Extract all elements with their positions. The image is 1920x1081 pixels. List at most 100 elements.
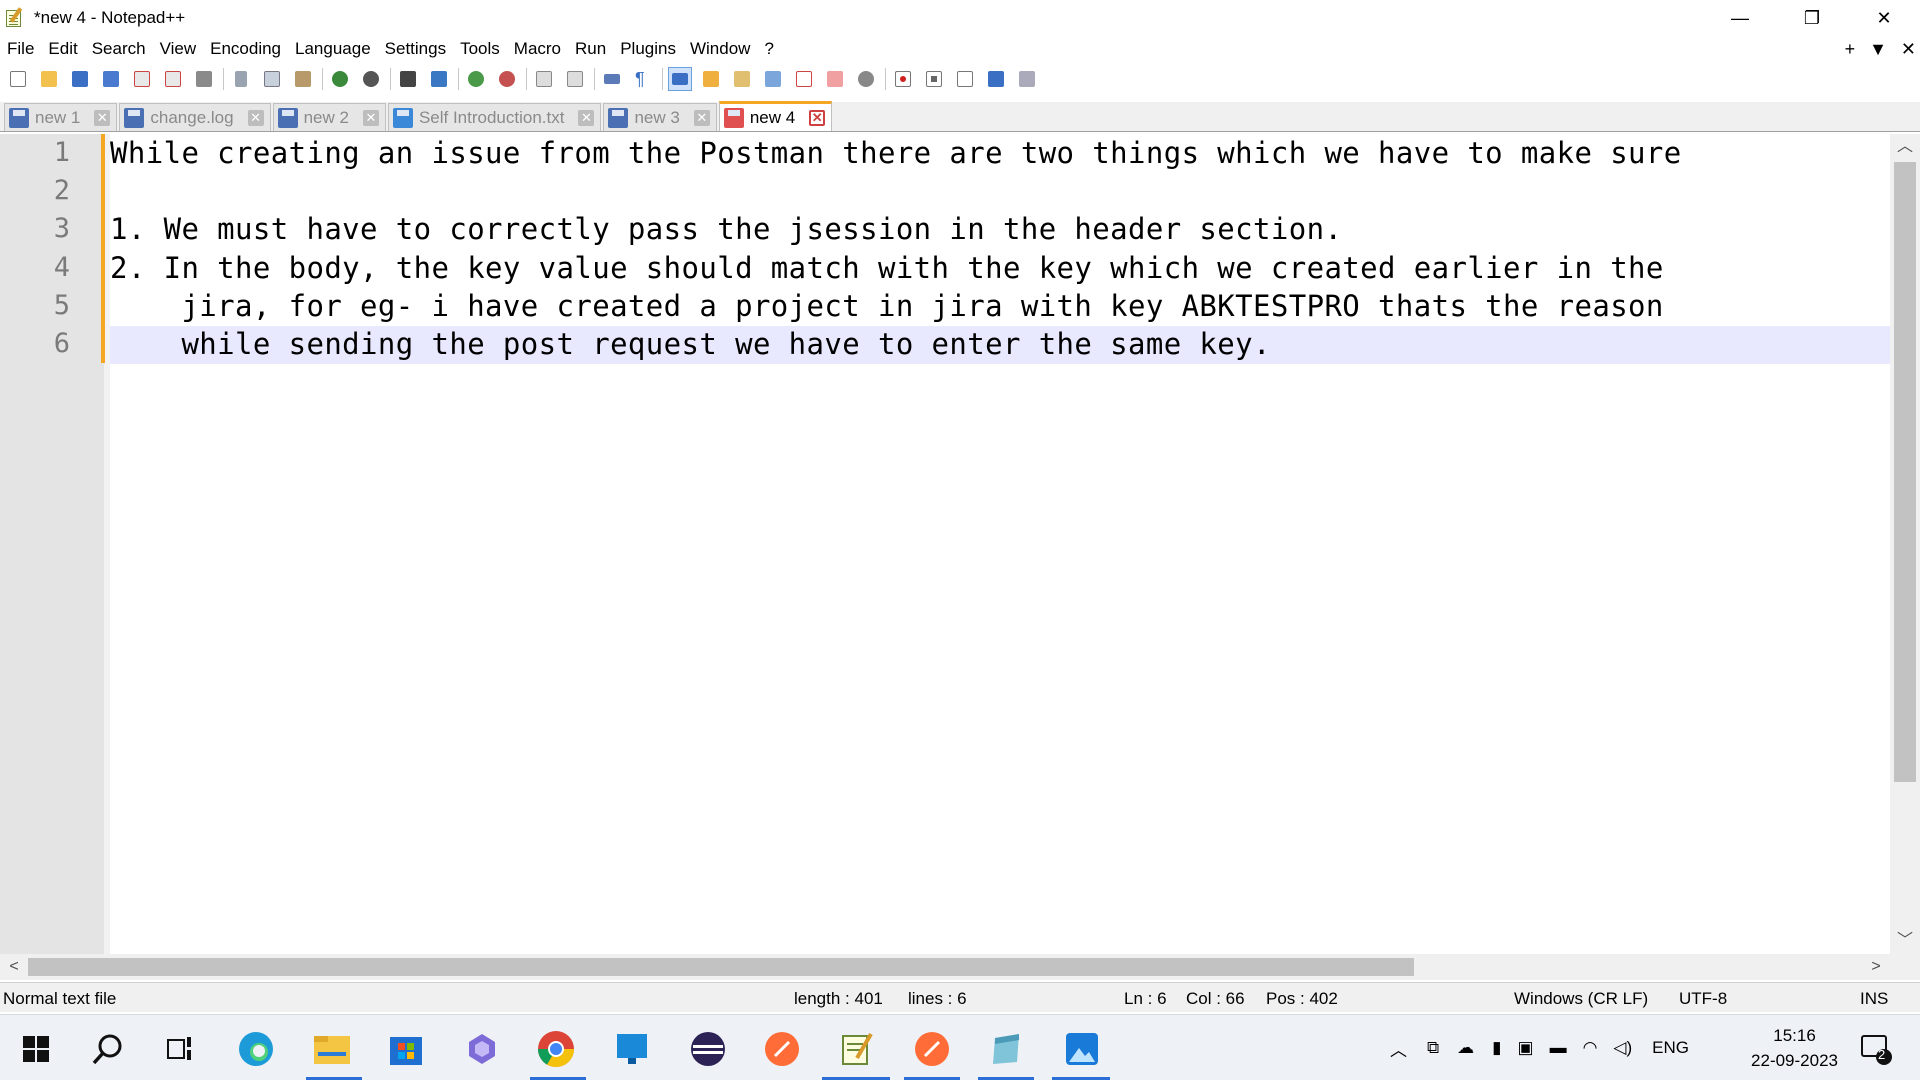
copy-icon[interactable] [260,67,284,91]
word-wrap-icon[interactable] [600,67,624,91]
horizontal-scroll-thumb[interactable] [28,958,1414,976]
code-line[interactable]: While creating an issue from the Postman… [110,134,1682,172]
vertical-scrollbar[interactable]: ︿ ﹀ [1890,134,1920,954]
copilot-icon[interactable] [462,1029,502,1069]
undo-icon[interactable] [328,67,352,91]
tab-close-icon[interactable]: ✕ [247,109,264,126]
microsoft-store-icon[interactable] [386,1029,426,1069]
sync-horizontal-icon[interactable] [563,67,587,91]
tab-change-log[interactable]: change.log ✕ [119,103,271,131]
taskbar-clock[interactable]: 15:16 22-09-2023 [1751,1023,1838,1073]
restore-button[interactable]: ❐ [1776,0,1848,36]
postman-icon[interactable] [762,1029,802,1069]
status-insert-mode[interactable]: INS [1860,989,1888,1009]
battery-icon[interactable]: ▬ [1550,1038,1567,1058]
stop-recording-icon[interactable] [922,67,946,91]
print-icon[interactable] [192,67,216,91]
menu-run[interactable]: Run [568,39,613,59]
notepad-plus-plus-taskbar-icon[interactable] [836,1029,876,1069]
tab-new-4[interactable]: new 4 ✕ [718,101,833,131]
minimize-button[interactable]: — [1704,0,1776,36]
close-button[interactable]: ✕ [1848,0,1920,36]
tab-self-introduction[interactable]: Self Introduction.txt ✕ [387,103,602,131]
wifi-icon[interactable]: ◠ [1583,1038,1598,1058]
playback-macro-icon[interactable] [953,67,977,91]
task-view-icon[interactable] [160,1029,200,1069]
onedrive-cloud-icon[interactable]: ☁ [1457,1038,1474,1058]
code-line[interactable]: 2. In the body, the key value should mat… [110,249,1664,287]
tab-new-1[interactable]: new 1 ✕ [4,103,118,131]
indent-guide-icon[interactable] [668,67,692,91]
show-hidden-icons-chevron-icon[interactable]: ︿ [1390,1036,1407,1061]
tab-close-icon[interactable]: ✕ [809,109,826,126]
editor-area[interactable]: 1 2 3 4 5 6 While creating an issue from… [0,134,1920,954]
paste-icon[interactable] [291,67,315,91]
windows-start-icon[interactable] [16,1029,56,1069]
code-line[interactable]: 1. We must have to correctly pass the js… [110,210,1342,248]
document-list-icon[interactable] [761,67,785,91]
redo-icon[interactable] [359,67,383,91]
show-all-characters-icon[interactable]: ¶ [631,67,655,91]
display-settings-icon[interactable]: ▣ [1518,1038,1534,1058]
save-all-icon[interactable] [99,67,123,91]
tab-close-icon[interactable]: ✕ [578,109,595,126]
folder-as-workspace-icon[interactable] [823,67,847,91]
menu-file[interactable]: File [0,39,41,59]
close-document-icon[interactable]: ✕ [1901,39,1916,60]
chrome-browser-icon[interactable] [536,1029,576,1069]
scroll-up-icon[interactable]: ︿ [1890,134,1920,160]
close-all-icon[interactable] [161,67,185,91]
code-line[interactable]: while sending the post request we have t… [110,325,1271,363]
menu-window[interactable]: Window [683,39,757,59]
scroll-right-icon[interactable]: > [1862,954,1890,980]
notification-center-icon[interactable]: 2 [1856,1029,1896,1069]
status-encoding[interactable]: UTF-8 [1679,989,1727,1009]
save-icon[interactable] [68,67,92,91]
function-list-icon[interactable] [792,67,816,91]
tab-close-icon[interactable]: ✕ [362,109,379,126]
tab-new-2[interactable]: new 2 ✕ [272,103,386,131]
menu-macro[interactable]: Macro [507,39,568,59]
menu-settings[interactable]: Settings [378,39,453,59]
sync-vertical-icon[interactable] [532,67,556,91]
menu-edit[interactable]: Edit [41,39,84,59]
horizontal-scrollbar[interactable]: < > [0,954,1890,980]
vertical-scroll-thumb[interactable] [1894,162,1916,782]
menu-tools[interactable]: Tools [453,39,507,59]
tab-list-dropdown-icon[interactable]: ▼ [1869,39,1887,60]
menu-plugins[interactable]: Plugins [613,39,683,59]
record-macro-icon[interactable] [891,67,915,91]
code-line[interactable]: jira, for eg- i have created a project i… [110,287,1664,325]
menu-encoding[interactable]: Encoding [203,39,288,59]
replace-icon[interactable] [427,67,451,91]
postman-second-window-icon[interactable] [912,1029,952,1069]
tab-new-3[interactable]: new 3 ✕ [603,103,717,131]
new-file-icon[interactable] [6,67,30,91]
scroll-left-icon[interactable]: < [0,954,28,980]
input-language-indicator[interactable]: ENG [1652,1038,1689,1058]
menu-language[interactable]: Language [288,39,378,59]
file-explorer-icon[interactable] [312,1029,352,1069]
tab-close-icon[interactable]: ✕ [94,109,111,126]
close-file-icon[interactable] [130,67,154,91]
menu-search[interactable]: Search [85,39,153,59]
cut-icon[interactable] [229,67,253,91]
microphone-icon[interactable]: ▮ [1492,1038,1501,1058]
save-macro-icon[interactable] [1015,67,1039,91]
run-macro-multiple-icon[interactable] [984,67,1008,91]
photos-icon[interactable] [1062,1029,1102,1069]
scroll-down-icon[interactable]: ﹀ [1890,928,1920,954]
edge-browser-icon[interactable] [236,1029,276,1069]
monitoring-icon[interactable] [854,67,878,91]
zoom-in-icon[interactable] [464,67,488,91]
zoom-out-icon[interactable] [495,67,519,91]
search-icon[interactable] [88,1029,128,1069]
volume-icon[interactable]: ◁) [1613,1038,1632,1058]
tab-close-icon[interactable]: ✕ [693,109,710,126]
meet-now-icon[interactable]: ⧉ [1427,1038,1439,1058]
eclipse-ide-icon[interactable] [688,1029,728,1069]
user-defined-language-icon[interactable] [699,67,723,91]
open-file-icon[interactable] [37,67,61,91]
remote-desktop-icon[interactable] [612,1029,652,1069]
menu-view[interactable]: View [153,39,204,59]
